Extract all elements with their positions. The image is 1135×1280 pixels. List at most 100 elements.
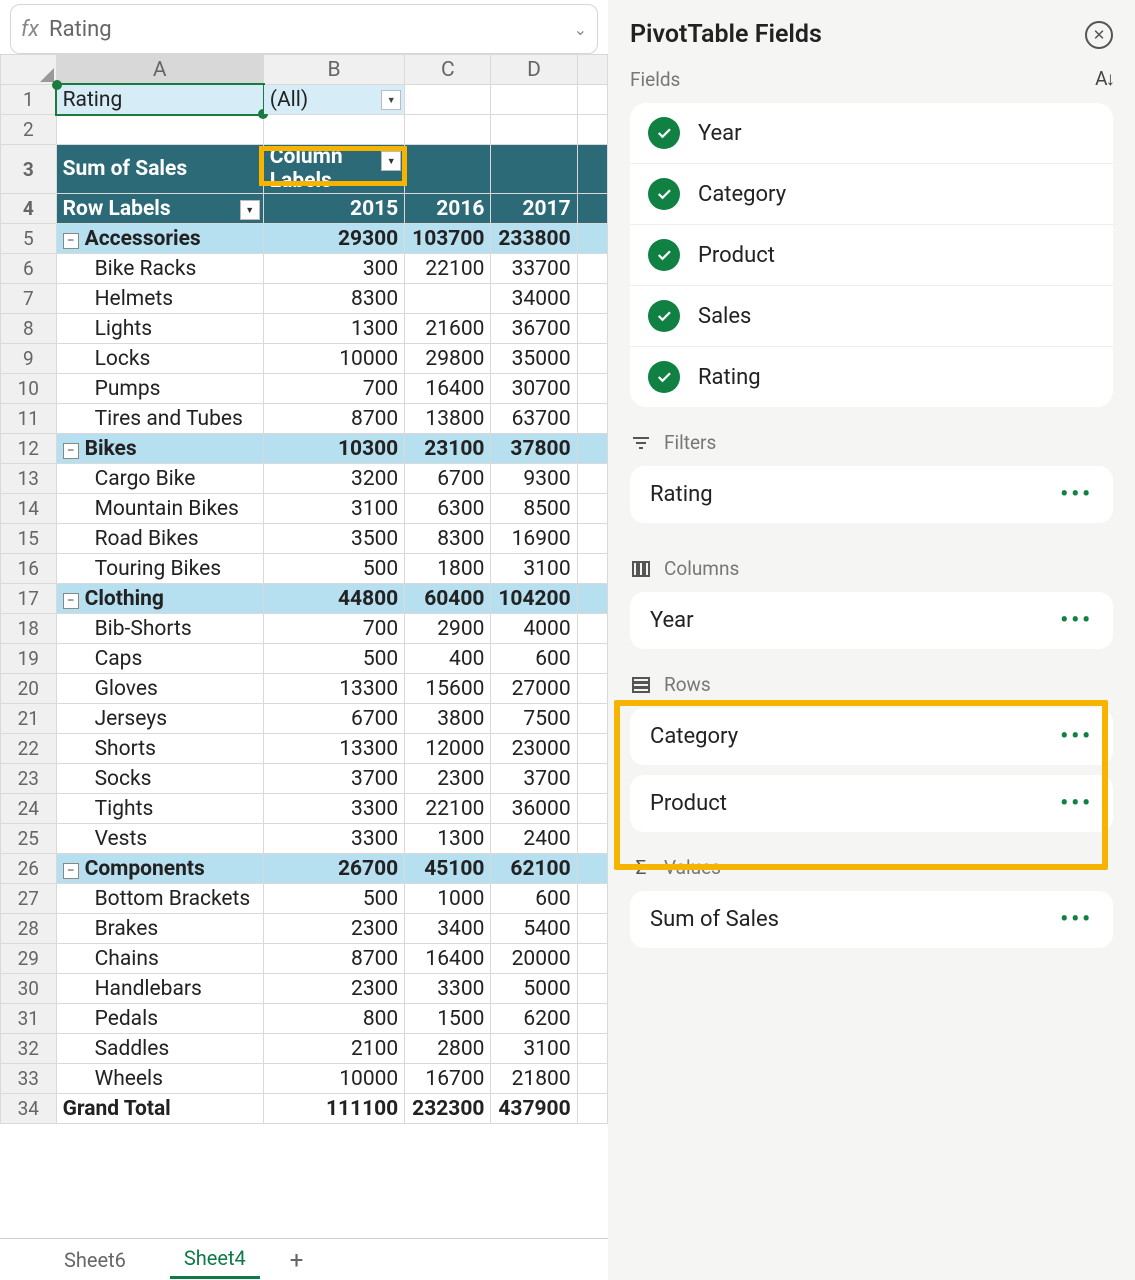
- field-category[interactable]: Category: [630, 164, 1113, 225]
- product-cell[interactable]: Lights: [56, 314, 263, 344]
- close-icon[interactable]: ✕: [1085, 21, 1113, 49]
- collapse-icon[interactable]: −: [63, 863, 79, 879]
- collapse-icon[interactable]: −: [63, 443, 79, 459]
- cell[interactable]: [577, 314, 607, 344]
- cell[interactable]: 3300: [405, 974, 491, 1004]
- cell[interactable]: [405, 85, 491, 115]
- cell[interactable]: [577, 704, 607, 734]
- cell[interactable]: 37800: [491, 434, 577, 464]
- filter-dropdown-icon[interactable]: ▼: [381, 90, 401, 110]
- field-product[interactable]: Product: [630, 225, 1113, 286]
- cell[interactable]: [577, 1004, 607, 1034]
- row-header[interactable]: 18: [1, 614, 57, 644]
- cell[interactable]: 10000: [263, 1064, 404, 1094]
- product-cell[interactable]: Helmets: [56, 284, 263, 314]
- cell[interactable]: 103700: [405, 224, 491, 254]
- cell[interactable]: 2900: [405, 614, 491, 644]
- cell[interactable]: 3800: [405, 704, 491, 734]
- row-header[interactable]: 9: [1, 344, 57, 374]
- cell[interactable]: 5400: [491, 914, 577, 944]
- row-header[interactable]: 26: [1, 854, 57, 884]
- cell[interactable]: 13300: [263, 674, 404, 704]
- cell[interactable]: 13300: [263, 734, 404, 764]
- cell[interactable]: 63700: [491, 404, 577, 434]
- cell[interactable]: [577, 524, 607, 554]
- cell[interactable]: 2100: [263, 1034, 404, 1064]
- row-header[interactable]: 6: [1, 254, 57, 284]
- row-header[interactable]: 2: [1, 115, 57, 145]
- cell[interactable]: [577, 404, 607, 434]
- product-cell[interactable]: Bike Racks: [56, 254, 263, 284]
- cell[interactable]: 2300: [405, 764, 491, 794]
- cell[interactable]: 3100: [491, 554, 577, 584]
- cell[interactable]: [577, 1064, 607, 1094]
- formula-dropdown-icon[interactable]: ⌄: [574, 20, 587, 39]
- row-header[interactable]: 13: [1, 464, 57, 494]
- cell[interactable]: [577, 944, 607, 974]
- cell[interactable]: [577, 344, 607, 374]
- field-sales[interactable]: Sales: [630, 286, 1113, 347]
- row-header[interactable]: 33: [1, 1064, 57, 1094]
- row-header[interactable]: 27: [1, 884, 57, 914]
- grand-total-2015[interactable]: 111100: [263, 1094, 404, 1124]
- cell[interactable]: 3300: [263, 824, 404, 854]
- cell[interactable]: 16400: [405, 944, 491, 974]
- product-cell[interactable]: Pedals: [56, 1004, 263, 1034]
- col-header-D[interactable]: D: [491, 55, 577, 85]
- cell[interactable]: [577, 494, 607, 524]
- cell[interactable]: 800: [263, 1004, 404, 1034]
- product-cell[interactable]: Bottom Brackets: [56, 884, 263, 914]
- row-header[interactable]: 4: [1, 194, 57, 224]
- cell[interactable]: [405, 284, 491, 314]
- cell[interactable]: [577, 1034, 607, 1064]
- row-header[interactable]: 22: [1, 734, 57, 764]
- row-header[interactable]: 24: [1, 794, 57, 824]
- product-cell[interactable]: Vests: [56, 824, 263, 854]
- product-cell[interactable]: Caps: [56, 644, 263, 674]
- collapse-icon[interactable]: −: [63, 233, 79, 249]
- cell[interactable]: 8700: [263, 944, 404, 974]
- cell[interactable]: 500: [263, 554, 404, 584]
- cell[interactable]: [577, 554, 607, 584]
- product-cell[interactable]: Jerseys: [56, 704, 263, 734]
- more-icon[interactable]: •••: [1060, 907, 1093, 932]
- row-header[interactable]: 23: [1, 764, 57, 794]
- row-header[interactable]: 10: [1, 374, 57, 404]
- cell[interactable]: 15600: [405, 674, 491, 704]
- row-header[interactable]: 3: [1, 145, 57, 194]
- product-cell[interactable]: Gloves: [56, 674, 263, 704]
- cell[interactable]: 8300: [263, 284, 404, 314]
- cell[interactable]: [577, 434, 607, 464]
- row-header[interactable]: 15: [1, 524, 57, 554]
- row-header[interactable]: 7: [1, 284, 57, 314]
- cell[interactable]: [577, 224, 607, 254]
- more-icon[interactable]: •••: [1060, 791, 1093, 816]
- cell[interactable]: 6300: [405, 494, 491, 524]
- cell[interactable]: 600: [491, 644, 577, 674]
- grand-total-2017[interactable]: 437900: [491, 1094, 577, 1124]
- add-sheet-button[interactable]: +: [290, 1246, 304, 1274]
- row-header[interactable]: 21: [1, 704, 57, 734]
- cell[interactable]: 8700: [263, 404, 404, 434]
- row-product-pill[interactable]: Product•••: [630, 775, 1113, 832]
- row-header[interactable]: 34: [1, 1094, 57, 1124]
- collapse-icon[interactable]: −: [63, 593, 79, 609]
- col-header-A[interactable]: A: [56, 55, 263, 85]
- cell[interactable]: [577, 284, 607, 314]
- cell[interactable]: 22100: [405, 794, 491, 824]
- cell[interactable]: [577, 794, 607, 824]
- field-rating[interactable]: Rating: [630, 347, 1113, 407]
- cell[interactable]: 6200: [491, 1004, 577, 1034]
- col-header-C[interactable]: C: [405, 55, 491, 85]
- cell[interactable]: 6700: [405, 464, 491, 494]
- cell[interactable]: 36700: [491, 314, 577, 344]
- column-labels-dropdown-icon[interactable]: ▼: [381, 151, 401, 171]
- product-cell[interactable]: Bib-Shorts: [56, 614, 263, 644]
- product-cell[interactable]: Chains: [56, 944, 263, 974]
- cell-B1[interactable]: (All) ▼: [263, 85, 404, 115]
- sum-of-sales-header[interactable]: Sum of Sales: [56, 145, 263, 194]
- grid[interactable]: A B C D 1 Rating (All) ▼: [0, 54, 608, 1238]
- product-cell[interactable]: Locks: [56, 344, 263, 374]
- cell[interactable]: 27000: [491, 674, 577, 704]
- product-cell[interactable]: Shorts: [56, 734, 263, 764]
